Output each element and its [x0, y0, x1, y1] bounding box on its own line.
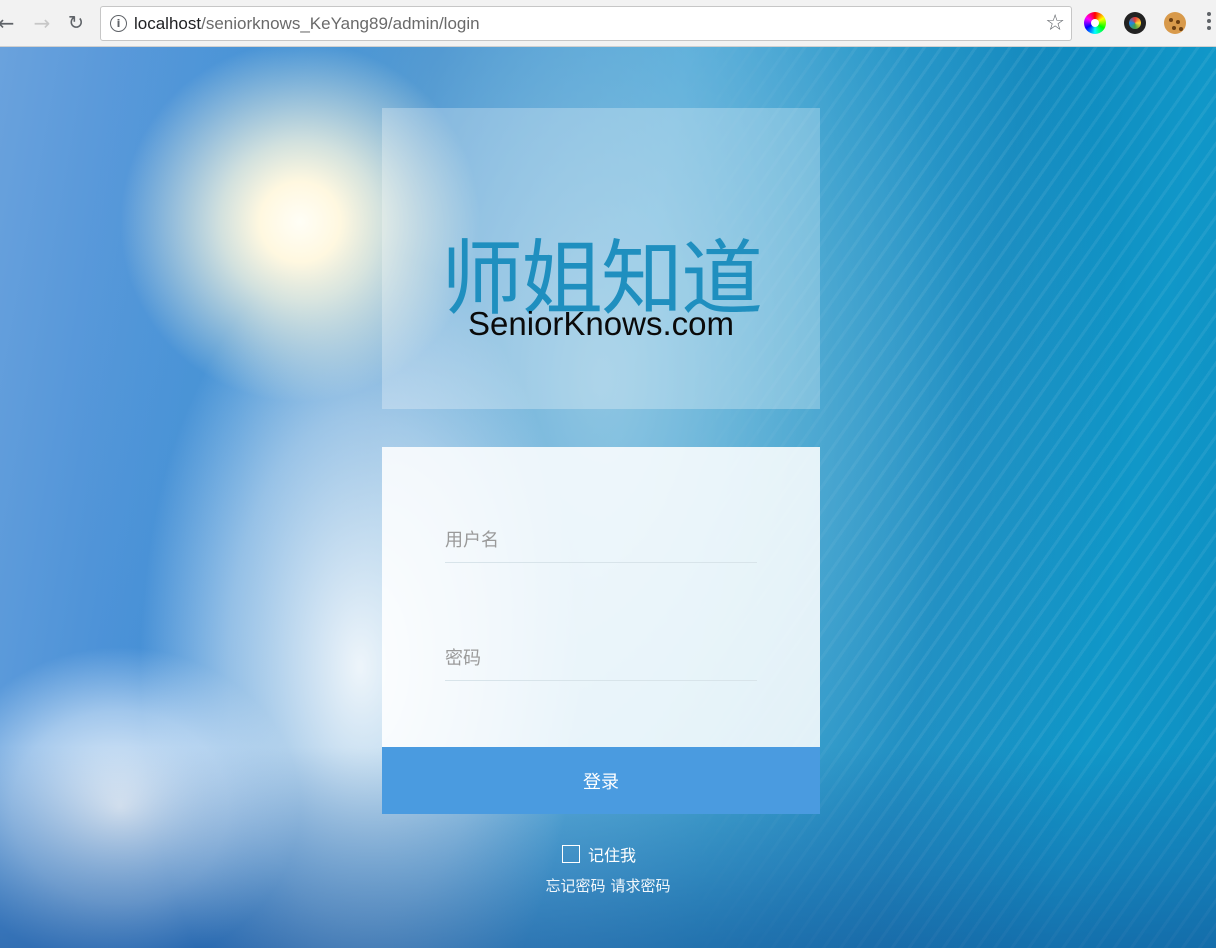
reload-icon[interactable]: ↻ — [64, 10, 88, 36]
info-icon[interactable]: i — [110, 15, 127, 32]
url-text[interactable]: localhost/seniorknows_KeYang89/admin/log… — [134, 14, 480, 34]
remember-label: 记住我 — [588, 846, 637, 865]
remember-me[interactable]: 记住我 — [562, 842, 636, 866]
back-icon[interactable]: ← — [0, 10, 18, 36]
request-password-link[interactable]: 请求密码 — [611, 877, 671, 895]
forgot-password-link[interactable]: 忘记密码 — [545, 877, 605, 895]
camera-extension-icon[interactable] — [1124, 12, 1146, 34]
url-path: /seniorknows_KeYang89/admin/login — [201, 14, 480, 33]
login-form — [382, 447, 820, 747]
url-host: localhost — [134, 14, 202, 33]
address-bar[interactable]: i localhost/seniorknows_KeYang89/admin/l… — [100, 6, 1072, 41]
bookmark-star-icon[interactable]: ☆ — [1045, 11, 1065, 36]
brand-title-en: SeniorKnows.com — [468, 305, 734, 342]
browser-menu-icon[interactable] — [1207, 12, 1213, 34]
brand-panel: 师姐知道 SeniorKnows.com — [382, 108, 820, 409]
cookie-extension-icon[interactable] — [1164, 12, 1186, 34]
remember-checkbox[interactable] — [562, 845, 580, 863]
password-input[interactable] — [445, 637, 757, 681]
username-input[interactable] — [445, 519, 757, 563]
password-links: 忘记密码 请求密码 — [0, 875, 1216, 896]
wave-background: 师姐知道 SeniorKnows.com 登录 记住我 忘记密码 请求密码 — [0, 47, 1216, 948]
forward-icon[interactable]: → — [30, 10, 54, 36]
color-picker-extension-icon[interactable] — [1084, 12, 1106, 34]
browser-toolbar: ← → ↻ i localhost/seniorknows_KeYang89/a… — [0, 0, 1216, 47]
login-button[interactable]: 登录 — [382, 747, 820, 814]
